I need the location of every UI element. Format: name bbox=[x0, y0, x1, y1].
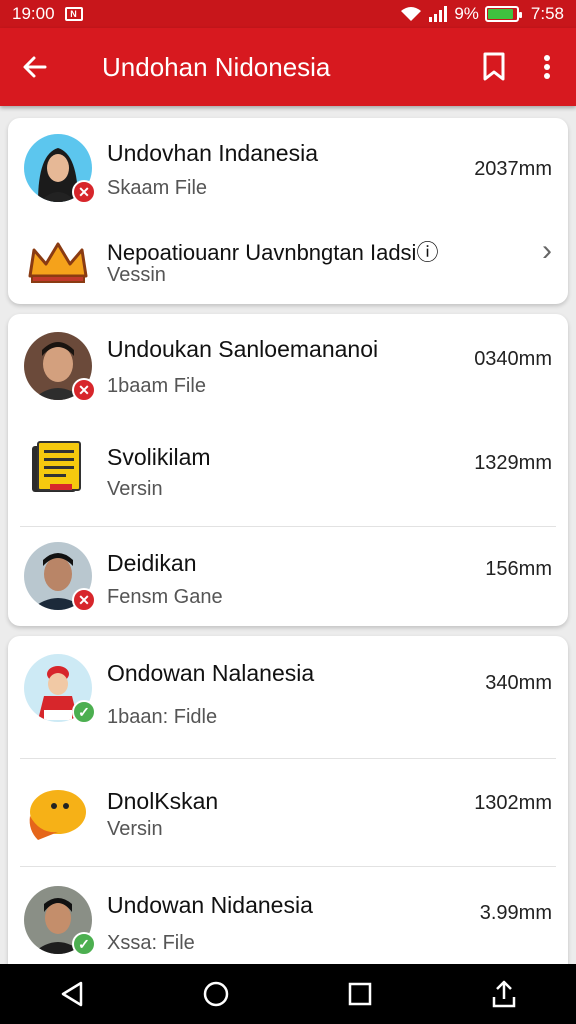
check-badge-icon[interactable]: ✓ bbox=[72, 700, 96, 724]
item-subtitle: Versin bbox=[107, 478, 163, 500]
item-subtitle: 1baan: Fidle bbox=[107, 706, 218, 728]
battery-fill bbox=[487, 9, 514, 19]
system-nav-bar bbox=[0, 964, 576, 1024]
avatar: ✓ bbox=[24, 886, 96, 956]
remove-badge-icon[interactable]: ✕ bbox=[72, 588, 96, 612]
item-title: Nepoatiouanr Uavnbngtan Iadsiⓘ bbox=[107, 240, 439, 265]
back-button[interactable] bbox=[0, 28, 70, 106]
bookmark-button[interactable] bbox=[464, 28, 524, 106]
bookmark-icon bbox=[483, 52, 505, 81]
more-vert-icon bbox=[544, 55, 550, 79]
item-subtitle: Fensm Gane bbox=[107, 586, 223, 608]
list-item[interactable]: ✕ Undovhan Indanesia Skaam File 2037mm bbox=[8, 118, 568, 218]
list-item[interactable]: ✕ Deidikan Fensm Gane 156mm bbox=[8, 526, 568, 626]
item-subtitle: Skaam File bbox=[107, 177, 208, 199]
status-clock: 7:58 bbox=[530, 4, 564, 23]
item-size: 340mm bbox=[485, 672, 552, 694]
item-title: Undoukan Sanloemananoi bbox=[107, 336, 379, 362]
avatar: ✓ bbox=[24, 654, 96, 724]
item-title: Undowan Nidanesia bbox=[107, 892, 313, 918]
item-size: 1302mm bbox=[474, 792, 552, 814]
item-title: Deidikan bbox=[107, 550, 197, 576]
item-title: Ondowan Nalanesia bbox=[107, 660, 315, 686]
signal-icon bbox=[429, 6, 448, 22]
item-size: 156mm bbox=[485, 558, 552, 580]
item-subtitle: Vessin bbox=[107, 264, 166, 286]
list-item[interactable]: Nepoatiouanr Uavnbngtan Iadsiⓘ Vessin › bbox=[8, 218, 568, 304]
battery-percent: 9% bbox=[454, 4, 479, 23]
document-icon bbox=[24, 434, 92, 502]
share-icon bbox=[492, 980, 516, 1008]
notification-icon: N bbox=[64, 7, 83, 21]
emoji-icon bbox=[24, 778, 92, 846]
item-subtitle: Versin bbox=[107, 818, 163, 840]
list-item[interactable]: DnolKskan Versin 1302mm bbox=[8, 758, 568, 866]
crown-icon bbox=[24, 226, 92, 294]
list-item[interactable]: ✕ Undoukan Sanloemananoi 1baam File 0340… bbox=[8, 314, 568, 418]
list-item[interactable]: ✓ Ondowan Nalanesia 1baan: Fidle 340mm bbox=[8, 636, 568, 758]
file-card-1: ✕ Undovhan Indanesia Skaam File 2037mm N… bbox=[8, 118, 568, 304]
status-bar: 19:00 N 9% 7:58 bbox=[0, 0, 576, 28]
item-size: 1329mm bbox=[474, 452, 552, 474]
list-item[interactable]: Svolikilam Versin 1329mm bbox=[8, 418, 568, 526]
remove-badge-icon[interactable]: ✕ bbox=[72, 180, 96, 204]
square-recents-icon bbox=[348, 982, 372, 1006]
status-time: 19:00 bbox=[12, 4, 55, 23]
nav-home-button[interactable] bbox=[186, 964, 246, 1024]
triangle-back-icon bbox=[61, 981, 83, 1007]
check-badge-icon[interactable]: ✓ bbox=[72, 932, 96, 956]
wifi-icon bbox=[401, 7, 422, 21]
file-card-2: ✕ Undoukan Sanloemananoi 1baam File 0340… bbox=[8, 314, 568, 626]
arrow-left-icon bbox=[23, 56, 47, 78]
remove-badge-icon[interactable]: ✕ bbox=[72, 378, 96, 402]
battery-icon bbox=[484, 6, 522, 22]
circle-home-icon bbox=[203, 981, 229, 1007]
list-item[interactable]: ✓ Undowan Nidanesia Xssa: File 3.99mm bbox=[8, 866, 568, 976]
item-size: 2037mm bbox=[474, 158, 552, 180]
more-options-button[interactable] bbox=[524, 28, 570, 106]
item-title: DnolKskan bbox=[107, 788, 219, 814]
nav-back-button[interactable] bbox=[42, 964, 102, 1024]
avatar: ✕ bbox=[24, 332, 96, 402]
app-bar: Undohan Nidonesia bbox=[0, 28, 576, 106]
avatar: ✕ bbox=[24, 542, 96, 612]
item-size: 0340mm bbox=[474, 348, 552, 370]
file-card-3: ✓ Ondowan Nalanesia 1baan: Fidle 340mm D… bbox=[8, 636, 568, 976]
item-title: Undovhan Indanesia bbox=[107, 140, 318, 166]
item-size: 3.99mm bbox=[479, 902, 552, 924]
chevron-right-icon[interactable]: › bbox=[542, 234, 552, 268]
item-subtitle: Xssa: File bbox=[107, 932, 195, 954]
nav-recents-button[interactable] bbox=[330, 964, 390, 1024]
item-subtitle: 1baam File bbox=[107, 375, 206, 397]
item-title: Svolikilam bbox=[107, 444, 211, 470]
nav-share-button[interactable] bbox=[474, 964, 534, 1024]
page-title: Undohan Nidonesia bbox=[102, 51, 331, 82]
avatar: ✕ bbox=[24, 134, 96, 204]
